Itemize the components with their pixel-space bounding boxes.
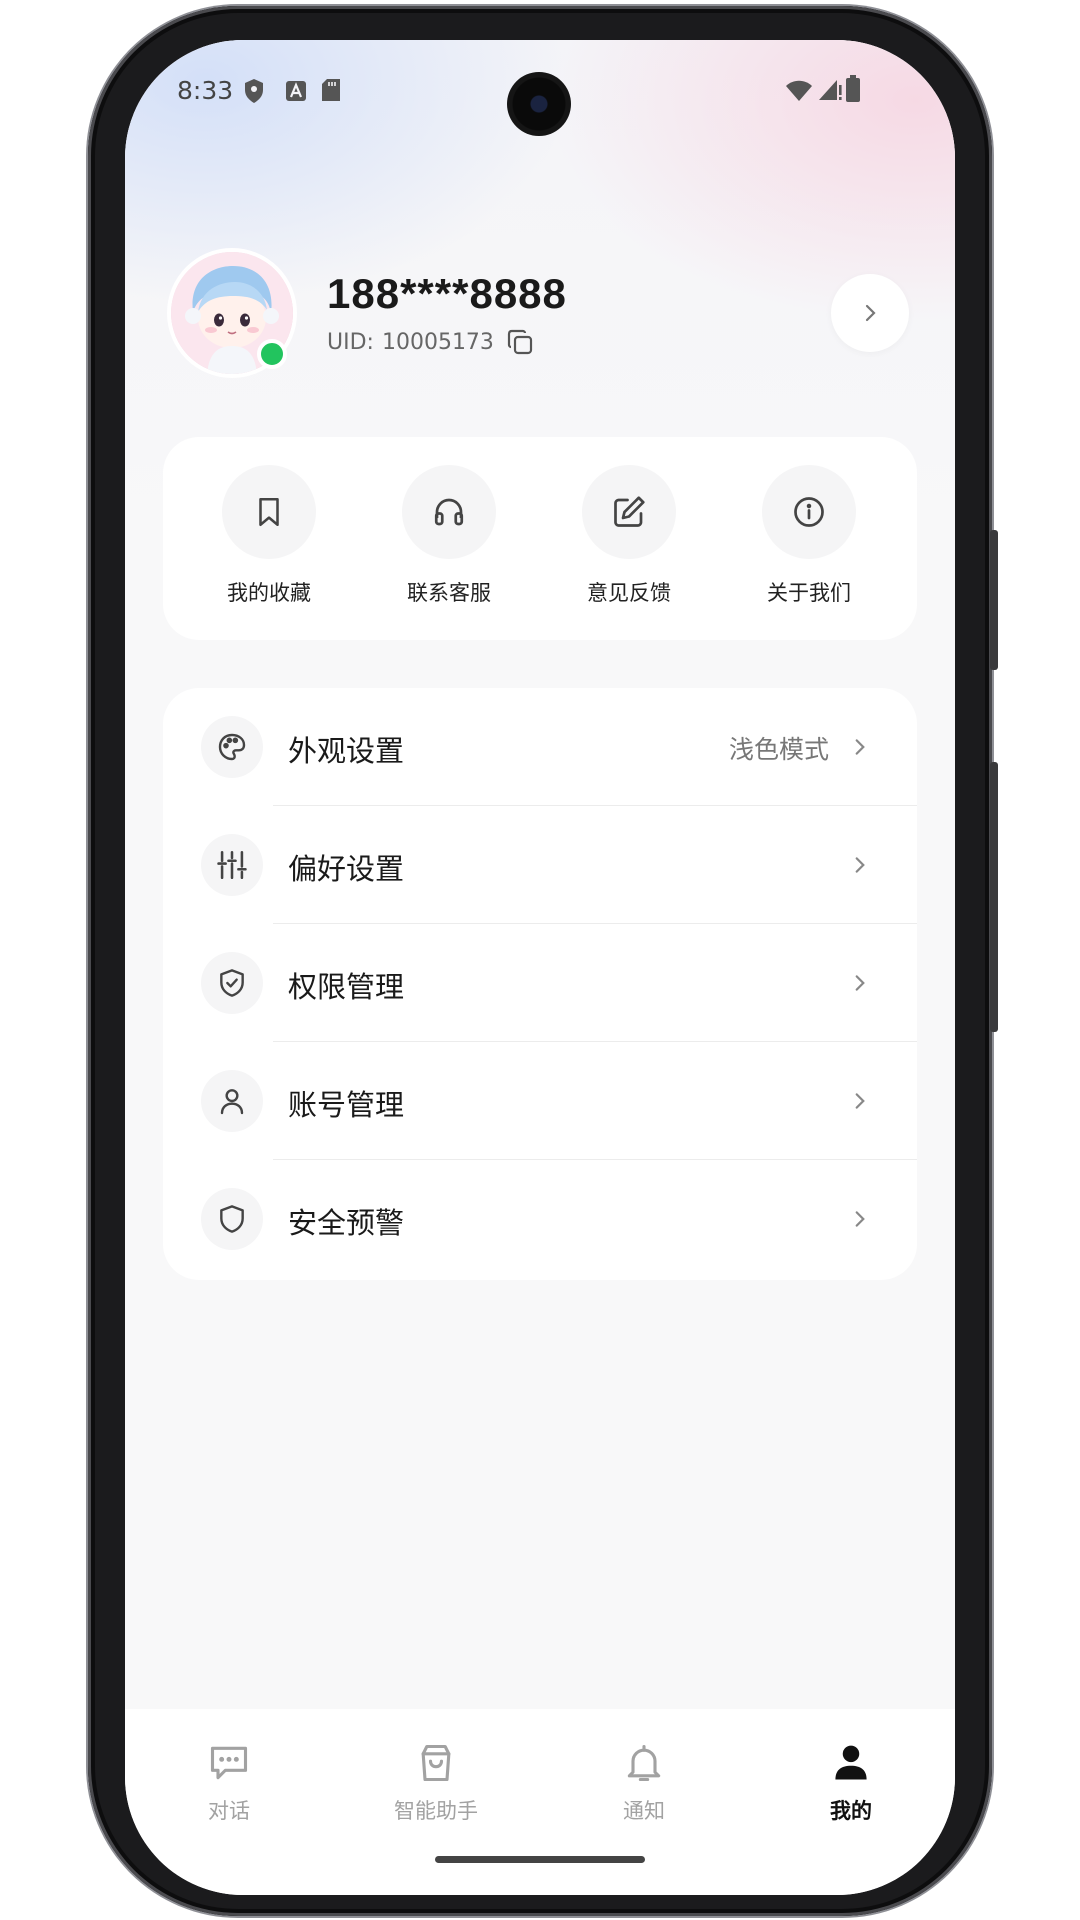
status-time: 8:33 (177, 76, 234, 105)
chevron-right-icon (855, 857, 865, 873)
palette-icon (218, 733, 246, 761)
bookmark-icon (259, 497, 279, 527)
row-icon-wrap (201, 1070, 263, 1132)
quick-action-icon-wrap (762, 465, 856, 559)
chevron-right-icon (855, 1211, 865, 1227)
settings-row-account[interactable]: 账号管理 (163, 1042, 917, 1160)
signal-icon (817, 78, 843, 106)
quick-action-label: 意见反馈 (587, 581, 671, 605)
bottom-tab-bar: 对话 智能助手 通知 我的 (125, 1709, 955, 1895)
quick-action-support[interactable]: 联系客服 (379, 465, 519, 607)
quick-actions-card: 我的收藏 联系客服 意见反馈 关于我们 (163, 437, 917, 640)
settings-row-permissions[interactable]: 权限管理 (163, 924, 917, 1042)
uid-label: UID: (327, 329, 374, 355)
row-icon-wrap (201, 952, 263, 1014)
shield-check-icon (220, 969, 244, 997)
settings-list-card: 外观设置 浅色模式 偏好设置 权限管理 账号管理 安全预警 (163, 688, 917, 1280)
side-button-top (990, 530, 998, 670)
tab-label: 通知 (623, 1799, 665, 1823)
uid-value: 10005173 (381, 329, 494, 355)
settings-row-label: 权限管理 (288, 970, 405, 1004)
settings-row-value: 浅色模式 (728, 735, 829, 764)
settings-row-label: 安全预警 (288, 1206, 405, 1240)
settings-row-label: 账号管理 (288, 1088, 405, 1122)
quick-action-icon-wrap (222, 465, 316, 559)
wifi-icon (785, 80, 813, 106)
tab-chat[interactable]: 对话 (159, 1739, 299, 1825)
quick-action-favorites[interactable]: 我的收藏 (199, 465, 339, 607)
bell-icon (627, 1744, 661, 1782)
home-indicator[interactable] (435, 1856, 645, 1863)
person-icon (835, 1745, 867, 1780)
user-phone-number: 188****8888 (327, 270, 567, 317)
tab-label: 智能助手 (394, 1799, 478, 1823)
settings-row-appearance[interactable]: 外观设置 浅色模式 (163, 688, 917, 806)
side-button-bottom (990, 762, 998, 1032)
chevron-right-icon (855, 739, 865, 755)
chat-icon (210, 1746, 248, 1780)
uid-row: UID: 10005173 (327, 326, 536, 358)
chevron-right-icon (855, 975, 865, 991)
front-camera (507, 72, 571, 136)
info-icon (794, 497, 824, 527)
settings-row-security-alert[interactable]: 安全预警 (163, 1160, 917, 1278)
quick-action-about[interactable]: 关于我们 (739, 465, 879, 607)
row-icon-wrap (201, 716, 263, 778)
tab-label: 对话 (208, 1799, 250, 1823)
tab-icon-wrap (781, 1739, 921, 1787)
shield-icon (243, 78, 265, 108)
quick-action-label: 关于我们 (767, 581, 851, 605)
tab-notifications[interactable]: 通知 (574, 1739, 714, 1825)
online-status-dot (257, 339, 287, 369)
tab-icon-wrap (159, 1739, 299, 1787)
headphones-icon (434, 498, 464, 526)
sd-card-icon (321, 78, 341, 106)
copy-icon[interactable] (504, 326, 536, 358)
tab-me[interactable]: 我的 (781, 1739, 921, 1825)
chevron-right-icon (865, 304, 876, 322)
tab-icon-wrap (574, 1739, 714, 1787)
settings-row-preferences[interactable]: 偏好设置 (163, 806, 917, 924)
chevron-right-icon (855, 1093, 865, 1109)
a-badge-icon (285, 80, 307, 106)
tab-label: 我的 (830, 1799, 872, 1823)
user-icon (220, 1089, 244, 1115)
sliders-icon (217, 850, 247, 880)
quick-action-feedback[interactable]: 意见反馈 (559, 465, 699, 607)
quick-action-label: 我的收藏 (227, 581, 311, 605)
tab-icon-wrap (366, 1739, 506, 1787)
quick-action-label: 联系客服 (407, 581, 491, 605)
quick-action-icon-wrap (402, 465, 496, 559)
tab-assistant[interactable]: 智能助手 (366, 1739, 506, 1825)
settings-row-label: 外观设置 (288, 734, 405, 768)
row-icon-wrap (201, 834, 263, 896)
row-icon-wrap (201, 1188, 263, 1250)
settings-row-label: 偏好设置 (288, 852, 405, 886)
battery-icon (845, 75, 861, 107)
quick-action-icon-wrap (582, 465, 676, 559)
shopping-bag-icon (421, 1744, 451, 1782)
profile-detail-button[interactable] (831, 274, 909, 352)
screen: 8:33 188****8888 UID: 10005173 我的收藏 联系客服… (125, 40, 955, 1895)
shield-icon (220, 1205, 244, 1233)
edit-icon (614, 496, 645, 527)
